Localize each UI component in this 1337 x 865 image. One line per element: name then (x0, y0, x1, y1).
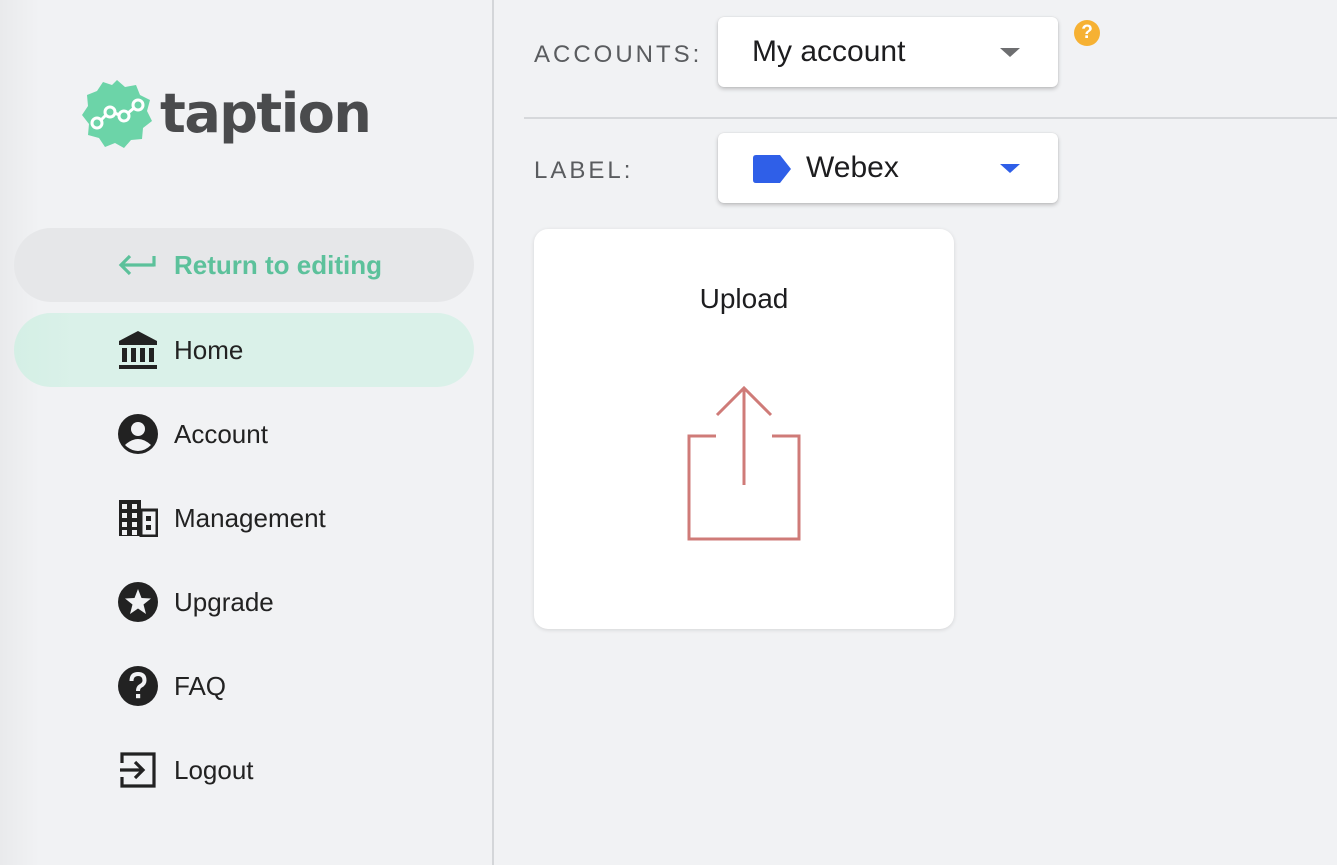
label-tag-icon (753, 155, 791, 183)
sidebar-item-label: Home (174, 334, 244, 365)
taption-logo[interactable]: taption (82, 78, 372, 150)
sidebar-item-label: Upgrade (174, 586, 274, 617)
chevron-down-icon (1000, 47, 1020, 57)
sidebar-item-management[interactable]: Management (14, 481, 474, 555)
label-select[interactable]: Webex (718, 133, 1058, 203)
sidebar-item-label: Management (174, 502, 326, 533)
arrow-left-return-icon (118, 245, 158, 285)
sidebar-item-logout[interactable]: Logout (14, 733, 474, 807)
logo-wordmark: taption (160, 82, 372, 145)
main-content: ACCOUNTS: My account ? LABEL: Webex Uplo… (494, 0, 1337, 865)
star-circle-icon (118, 582, 158, 622)
logout-icon (118, 750, 158, 790)
account-select[interactable]: My account (718, 17, 1058, 87)
return-to-editing-button[interactable]: Return to editing (14, 228, 474, 302)
accounts-label: ACCOUNTS: (534, 41, 703, 68)
sidebar-item-home[interactable]: Home (14, 313, 474, 387)
taption-logo-icon (82, 80, 152, 148)
label-field-label: LABEL: (534, 157, 634, 184)
sidebar-item-label: Logout (174, 754, 254, 785)
account-circle-icon (118, 414, 158, 454)
sidebar-item-faq[interactable]: FAQ (14, 649, 474, 723)
account-select-value: My account (752, 35, 906, 68)
building-icon (118, 498, 158, 538)
label-select-value: Webex (806, 151, 899, 184)
sidebar-item-label: Account (174, 418, 268, 449)
divider (524, 117, 1337, 119)
sidebar-item-label: FAQ (174, 670, 227, 701)
sidebar: taption Return to editing Home Account M… (0, 0, 494, 865)
help-icon[interactable]: ? (1074, 20, 1100, 46)
help-circle-icon (118, 666, 158, 706)
upload-title: Upload (699, 283, 789, 314)
chevron-down-icon (1000, 163, 1020, 173)
sidebar-item-upgrade[interactable]: Upgrade (14, 565, 474, 639)
return-to-editing-label: Return to editing (174, 249, 382, 280)
upload-icon (687, 385, 801, 541)
bank-icon (118, 330, 158, 370)
upload-card[interactable]: Upload (534, 229, 954, 629)
sidebar-item-account[interactable]: Account (14, 397, 474, 471)
